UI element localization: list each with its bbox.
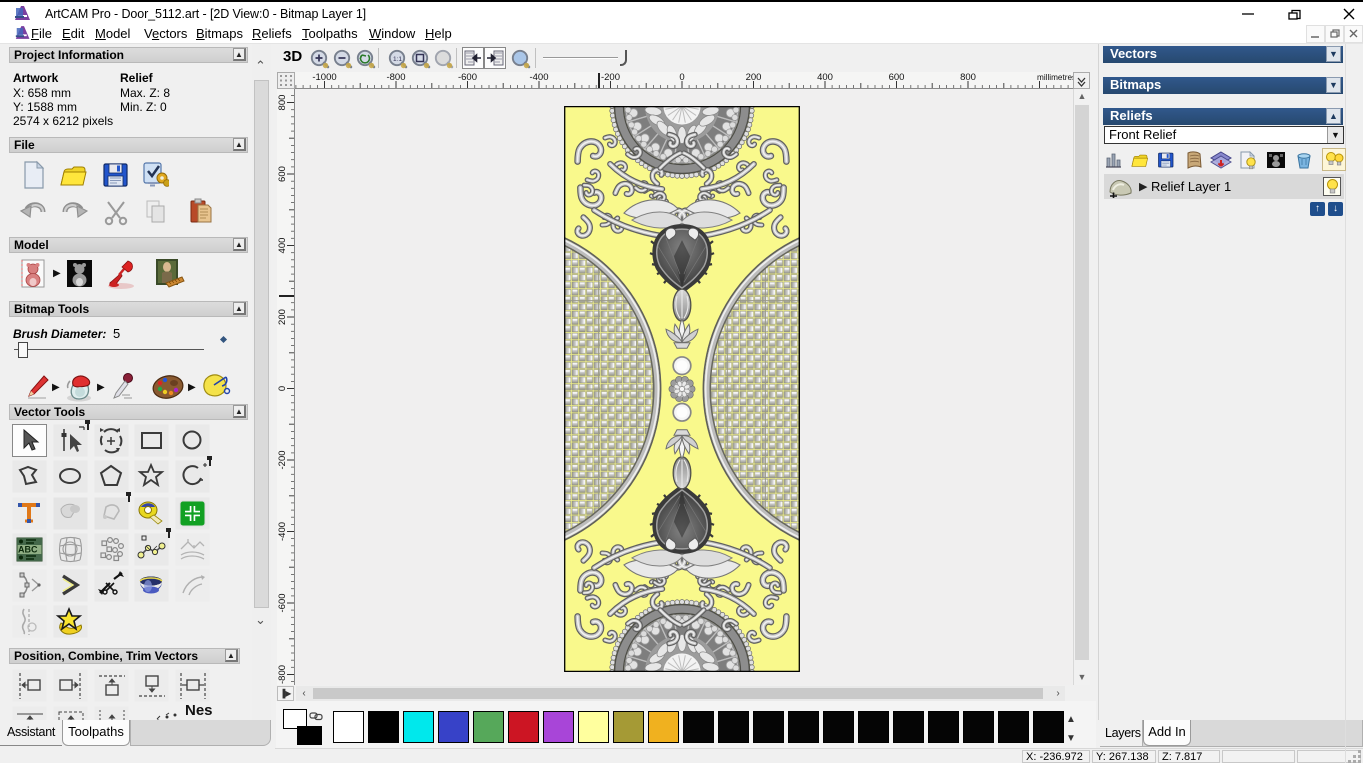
svg-text:-600: -600	[458, 72, 477, 83]
svg-text:200: 200	[746, 72, 762, 83]
svg-text:800: 800	[277, 95, 288, 111]
svg-text:-600: -600	[277, 593, 288, 612]
svg-text:-1000: -1000	[312, 72, 336, 83]
svg-text:1:1: 1:1	[393, 56, 402, 63]
svg-text:200: 200	[277, 309, 288, 325]
svg-text:0: 0	[277, 386, 288, 391]
svg-text:0: 0	[679, 72, 684, 83]
svg-text:600: 600	[889, 72, 905, 83]
svg-text:400: 400	[817, 72, 833, 83]
svg-text:-800: -800	[386, 72, 405, 83]
svg-text:-400: -400	[529, 72, 548, 83]
svg-text:400: 400	[277, 238, 288, 254]
svg-text:800: 800	[960, 72, 976, 83]
svg-text:-800: -800	[277, 665, 288, 684]
svg-text:-400: -400	[277, 522, 288, 541]
svg-text:600: 600	[277, 166, 288, 182]
svg-text:ABC: ABC	[18, 544, 38, 554]
svg-text:millimetres: millimetres	[1037, 73, 1073, 82]
svg-text:-200: -200	[601, 72, 620, 83]
svg-text:-200: -200	[277, 450, 288, 469]
